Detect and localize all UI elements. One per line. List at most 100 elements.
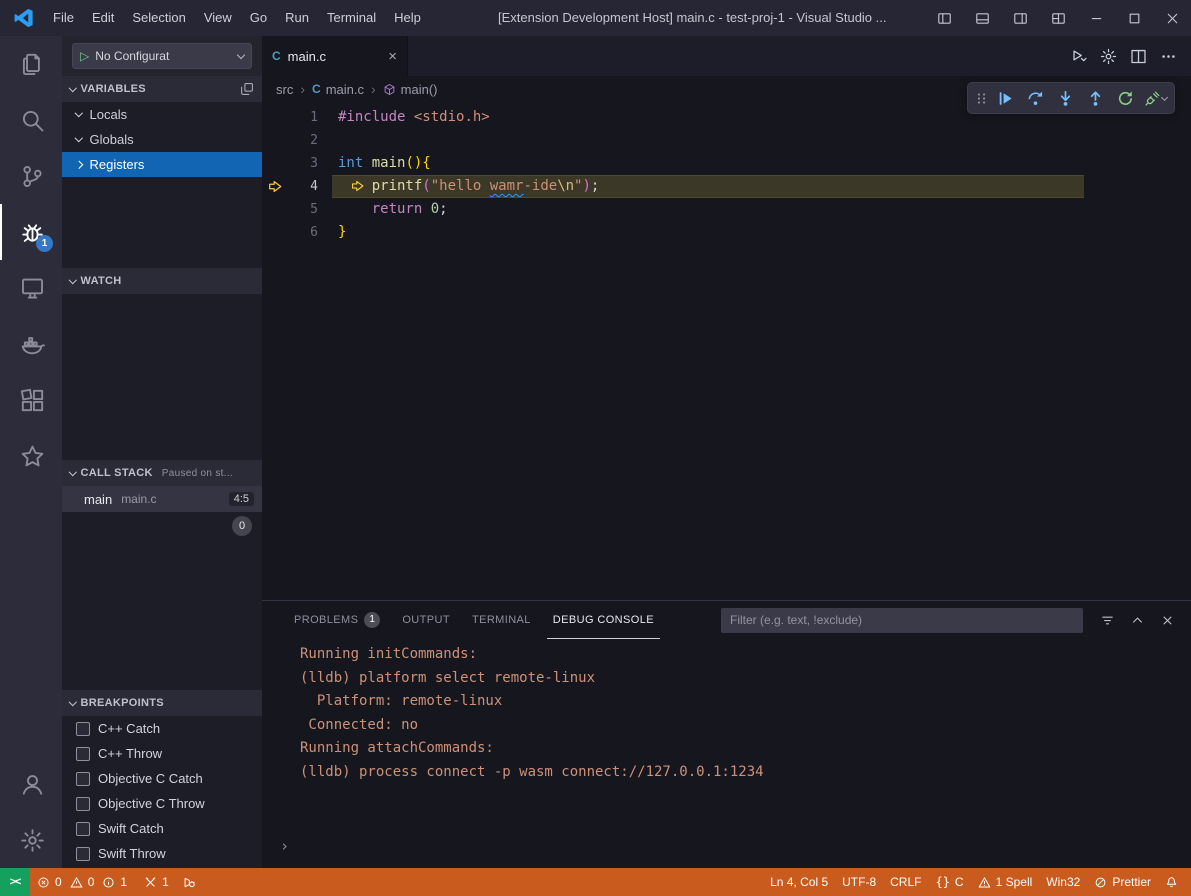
tools-icon <box>144 876 157 889</box>
layout-sidebar-right-button[interactable] <box>1001 0 1039 36</box>
symbol-method-icon <box>383 83 396 96</box>
status-platform[interactable]: Win32 <box>1039 868 1087 896</box>
status-eol[interactable]: CRLF <box>883 868 928 896</box>
run-menu-button[interactable] <box>1065 43 1091 69</box>
breakpoint-objective-c-catch[interactable]: Objective C Catch <box>62 766 262 791</box>
disconnect-button[interactable] <box>1140 84 1170 112</box>
breakpoint-checkbox[interactable] <box>76 772 90 786</box>
activity-item-run-debug[interactable]: 1 <box>0 204 62 260</box>
activity-item-extensions[interactable] <box>0 372 62 428</box>
status-formatter[interactable]: Prettier <box>1087 868 1158 896</box>
more-actions-button[interactable] <box>1155 43 1181 69</box>
maximize-button[interactable] <box>1115 0 1153 36</box>
gripper-button[interactable] <box>972 84 990 112</box>
layout-sidebar-left-button[interactable] <box>925 0 963 36</box>
status-cursor-position[interactable]: Ln 4, Col 5 <box>763 868 835 896</box>
menu-view[interactable]: View <box>195 5 241 31</box>
debug-console[interactable]: Running initCommands:(lldb) platform sel… <box>262 639 1191 868</box>
breadcrumb-separator: › <box>371 81 376 97</box>
step-into-button[interactable] <box>1050 84 1080 112</box>
breakpoint-checkbox[interactable] <box>76 797 90 811</box>
collapse-all-icon[interactable] <box>240 82 254 96</box>
console-options-icon[interactable] <box>1095 608 1119 632</box>
breadcrumb-separator: › <box>300 81 305 97</box>
activity-item-settings[interactable] <box>0 812 62 868</box>
spell-squiggle-token: wamr <box>490 178 524 194</box>
activity-item-explorer[interactable] <box>0 36 62 92</box>
menu-selection[interactable]: Selection <box>123 5 194 31</box>
statusbar-right: Ln 4, Col 5UTF-8CRLF{}C1 SpellWin32Prett… <box>763 868 1191 896</box>
status-debug[interactable] <box>176 868 203 896</box>
continue-button[interactable] <box>990 84 1020 112</box>
step-out-button[interactable] <box>1080 84 1110 112</box>
variables-item-globals[interactable]: Globals <box>62 127 262 152</box>
status-encoding[interactable]: UTF-8 <box>835 868 883 896</box>
breadcrumb-folder[interactable]: src <box>276 82 293 97</box>
breakpoint-checkbox[interactable] <box>76 747 90 761</box>
menu-run[interactable]: Run <box>276 5 318 31</box>
twisty-icon <box>69 698 77 706</box>
menu-terminal[interactable]: Terminal <box>318 5 385 31</box>
code-editor[interactable]: 1#include <stdio.h>23int main(){4 printf… <box>262 102 1191 600</box>
status-language-mode[interactable]: {}C <box>928 868 970 896</box>
panel-tab-terminal[interactable]: TERMINAL <box>466 601 537 639</box>
breakpoint-c-catch[interactable]: C++ Catch <box>62 716 262 741</box>
chevron-down-icon <box>237 50 245 58</box>
menu-go[interactable]: Go <box>241 5 276 31</box>
console-filter-input[interactable] <box>721 608 1083 633</box>
remote-indicator[interactable]: >< <box>0 868 30 896</box>
settings-gear-button[interactable] <box>1095 43 1121 69</box>
tab-main-c[interactable]: C main.c × <box>262 36 408 76</box>
status-spell-checker[interactable]: 1 Spell <box>971 868 1040 896</box>
panel-tab-debug-console[interactable]: DEBUG CONSOLE <box>547 601 660 639</box>
current-line-arrow-icon <box>262 175 288 198</box>
breakpoint-checkbox[interactable] <box>76 722 90 736</box>
code-token: (){ <box>405 155 430 171</box>
watch-section-header[interactable]: WATCH <box>62 268 262 294</box>
breakpoint-checkbox[interactable] <box>76 822 90 836</box>
activity-item-account[interactable] <box>0 756 62 812</box>
status-notifications[interactable] <box>1158 868 1185 896</box>
window-title: [Extension Development Host] main.c - te… <box>498 0 886 36</box>
menu-file[interactable]: File <box>44 5 83 31</box>
launch-config-dropdown[interactable]: ▷ No Configurat <box>72 43 252 69</box>
panel-tab-problems[interactable]: PROBLEMS1 <box>288 601 386 639</box>
breakpoint-swift-catch[interactable]: Swift Catch <box>62 816 262 841</box>
stack-frame-row[interactable]: main main.c 4:5 <box>62 486 262 512</box>
variables-section-header[interactable]: VARIABLES <box>62 76 262 102</box>
menu-help[interactable]: Help <box>385 5 430 31</box>
split-editor-icon <box>1130 48 1147 65</box>
console-prompt[interactable]: › <box>280 835 289 859</box>
step-over-button[interactable] <box>1020 84 1050 112</box>
breakpoint-c-throw[interactable]: C++ Throw <box>62 741 262 766</box>
activity-item-source-control[interactable] <box>0 148 62 204</box>
variables-item-locals[interactable]: Locals <box>62 102 262 127</box>
close-button[interactable] <box>1153 0 1191 36</box>
breakpoints-section-header[interactable]: BREAKPOINTS <box>62 690 262 716</box>
activity-item-docker[interactable] <box>0 316 62 372</box>
call-stack-section-header[interactable]: CALL STACK Paused on st... <box>62 460 262 486</box>
error-icon <box>37 876 50 889</box>
minimize-button[interactable] <box>1077 0 1115 36</box>
breadcrumb-file[interactable]: C main.c <box>312 82 364 97</box>
close-panel-icon[interactable] <box>1155 608 1179 632</box>
breakpoint-swift-throw[interactable]: Swift Throw <box>62 841 262 866</box>
activity-item-remote-explorer[interactable] <box>0 260 62 316</box>
layout-customize-button[interactable] <box>1039 0 1077 36</box>
activity-item-search[interactable] <box>0 92 62 148</box>
menu-edit[interactable]: Edit <box>83 5 123 31</box>
breakpoint-checkbox[interactable] <box>76 847 90 861</box>
variables-item-registers[interactable]: Registers <box>62 152 262 177</box>
breakpoint-objective-c-throw[interactable]: Objective C Throw <box>62 791 262 816</box>
panel-tab-output[interactable]: OUTPUT <box>396 601 456 639</box>
layout-panel-button[interactable] <box>963 0 1001 36</box>
tab-close-icon[interactable]: × <box>388 48 397 65</box>
activity-item-favorites[interactable] <box>0 428 62 484</box>
split-editor-button[interactable] <box>1125 43 1151 69</box>
start-debugging-icon[interactable]: ▷ <box>80 50 89 62</box>
maximize-panel-icon[interactable] <box>1125 608 1149 632</box>
breadcrumb-symbol[interactable]: main() <box>383 82 438 97</box>
status-problems[interactable]: 0 0 1 <box>30 868 137 896</box>
status-tools-counter[interactable]: 1 <box>137 868 176 896</box>
restart-button[interactable] <box>1110 84 1140 112</box>
